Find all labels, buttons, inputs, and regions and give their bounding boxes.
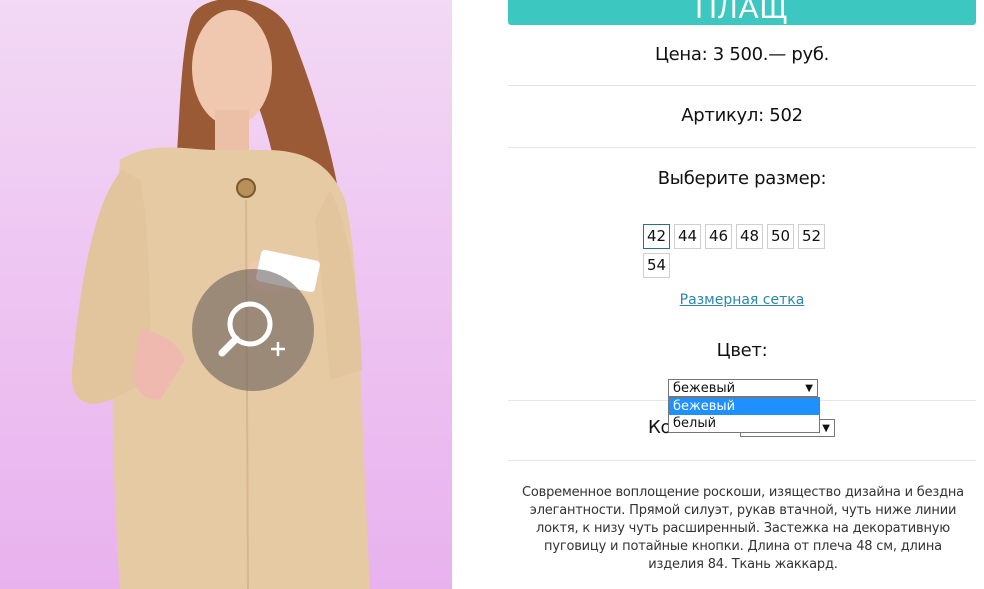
color-heading: Цвет: [716,340,768,361]
color-select-value: бежевый [673,381,736,396]
size-option[interactable]: 46 [705,224,732,249]
triangle-down-icon: ▼ [822,423,830,434]
color-option[interactable]: белый [669,415,819,432]
size-option[interactable]: 50 [767,224,794,249]
zoom-in-icon [218,301,285,357]
size-option[interactable]: 52 [798,224,825,249]
divider [508,460,976,461]
triangle-down-icon: ▼ [805,383,813,394]
color-select[interactable]: бежевый ▼ [668,379,818,397]
price-text: Цена: 3 500.— руб. [654,44,830,65]
color-dropdown-list: бежевый белый [668,397,820,433]
product-title: ПЛАЩ [508,0,976,25]
size-option[interactable]: 54 [643,253,670,278]
size-heading: Выберите размер: [657,168,827,189]
divider [508,147,976,148]
divider [508,85,976,86]
size-option[interactable]: 44 [674,224,701,249]
product-photo[interactable] [0,0,452,589]
size-option[interactable]: 48 [736,224,763,249]
size-option[interactable]: 42 [643,224,670,249]
size-chart-link[interactable]: Размерная сетка [508,292,976,308]
product-description: Современное воплощение роскоши, изяществ… [522,485,964,572]
color-option[interactable]: бежевый [669,398,819,415]
zoom-button[interactable] [192,269,314,391]
article-text: Артикул: 502 [681,105,803,126]
